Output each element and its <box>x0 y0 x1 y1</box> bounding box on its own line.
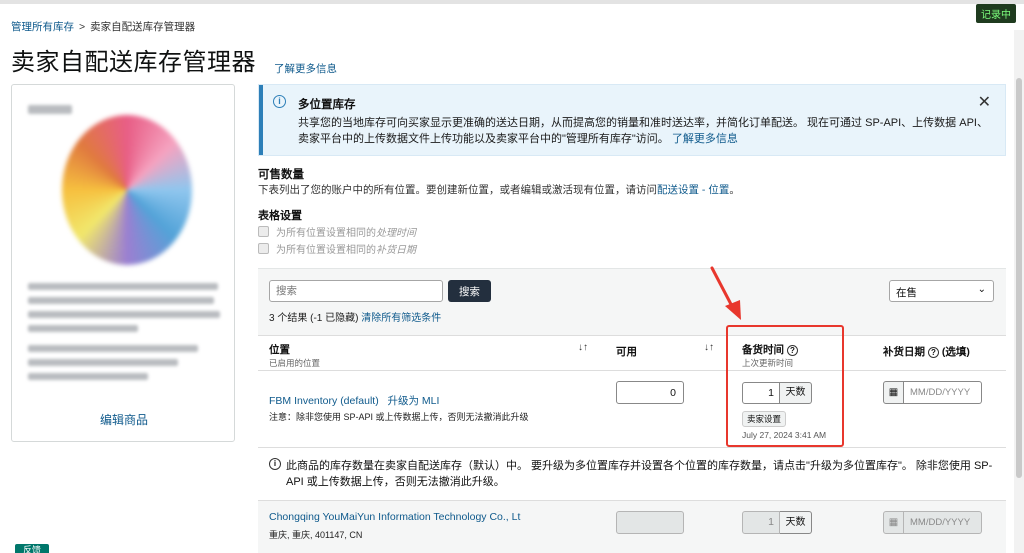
breadcrumb-root-link[interactable]: 管理所有库存 <box>11 21 74 33</box>
sellable-qty-title: 可售数量 <box>258 169 304 181</box>
upgrade-note: 注意：除非您使用 SP-API 或上传数据上传，否则无法撤消此升级 <box>269 412 529 422</box>
scrollbar-track[interactable] <box>1014 30 1024 553</box>
shipping-settings-link[interactable]: 配送设置 - 位置 <box>657 184 729 196</box>
option-label: 为所有位置设置相同的 <box>276 228 376 239</box>
sellable-desc-end: 。 <box>729 184 740 196</box>
single-location-notice: i 此商品的库存数量在卖家自配送库存（默认）中。 要升级为多位置库存并设置各个位… <box>258 447 1006 497</box>
same-restock-date-option[interactable]: 为所有位置设置相同的 补货日期 <box>258 241 416 256</box>
edit-product-link[interactable]: 编辑商品 <box>12 411 236 428</box>
location-link[interactable]: Chongqing YouMaiYun Information Technolo… <box>269 511 520 523</box>
results-count: 3 个结果 (-1 已隐藏) <box>269 313 359 324</box>
table-row: FBM Inventory (default) 升级为 MLI 注意：除非您使用… <box>258 371 1006 447</box>
product-image <box>62 115 192 265</box>
quantity-input[interactable]: 0 <box>616 381 684 404</box>
annotation-arrow-icon <box>710 266 741 320</box>
top-border <box>0 0 1024 4</box>
table-row: Chongqing YouMaiYun Information Technolo… <box>258 500 1006 553</box>
blurred-text <box>28 283 218 290</box>
info-circle-icon: i <box>269 458 281 470</box>
breadcrumb: 管理所有库存 > 卖家自配送库存管理器 <box>11 19 195 34</box>
blurred-text <box>28 345 198 352</box>
same-handling-time-checkbox[interactable] <box>258 226 269 237</box>
info-accent-bar <box>259 85 263 155</box>
learn-more-link[interactable]: 了解更多信息 <box>274 61 337 76</box>
feedback-button[interactable]: 反馈 <box>15 544 50 553</box>
restock-date-input-disabled: MM/DD/YYYY <box>904 511 982 534</box>
sort-icon[interactable]: ↓↑ <box>578 342 588 353</box>
location-link[interactable]: FBM Inventory (default) <box>269 395 379 407</box>
col-location-sub: 已启用的位置 <box>269 358 321 368</box>
calendar-icon[interactable]: ▦ <box>883 381 904 404</box>
blurred-text <box>28 311 220 318</box>
search-button[interactable]: 搜索 <box>448 280 491 302</box>
handling-time-input-disabled: 1 <box>742 511 780 534</box>
calendar-icon: ▦ <box>883 511 904 534</box>
restock-date-input[interactable]: MM/DD/YYYY <box>904 381 982 404</box>
recording-badge: 记录中 <box>976 4 1016 23</box>
breadcrumb-current: 卖家自配送库存管理器 <box>90 21 196 33</box>
sellable-desc-text: 下表列出了您的账户中的所有位置。要创建新位置，或者编辑或激活现有位置，请访问 <box>258 184 657 196</box>
results-summary: 3 个结果 (-1 已隐藏) 清除所有筛选条件 <box>269 309 441 324</box>
blurred-text <box>28 297 214 304</box>
days-unit-label: 天数 <box>780 511 812 534</box>
info-body-text: 共享您的当地库存可向买家显示更准确的送达日期，从而提高您的销量和准时送达率，并简… <box>298 117 988 145</box>
info-body: 共享您的当地库存可向买家显示更准确的送达日期，从而提高您的销量和准时送达率，并简… <box>298 115 988 147</box>
same-handling-time-option[interactable]: 为所有位置设置相同的 处理时间 <box>258 224 416 239</box>
clear-filters-link[interactable]: 清除所有筛选条件 <box>361 313 441 324</box>
breadcrumb-separator: > <box>79 21 86 33</box>
info-circle-icon: i <box>273 95 286 108</box>
page-title: 卖家自配送库存管理器 <box>11 49 256 76</box>
location-cell: Chongqing YouMaiYun Information Technolo… <box>269 511 520 523</box>
sellable-qty-desc: 下表列出了您的账户中的所有位置。要创建新位置，或者编辑或激活现有位置，请访问配送… <box>258 182 740 197</box>
blurred-text <box>28 373 148 380</box>
annotation-highlight-box <box>726 325 844 447</box>
question-circle-icon[interactable]: ? <box>928 347 939 358</box>
close-icon[interactable]: ✕ <box>978 92 991 112</box>
status-select-value: 在售 <box>896 287 917 299</box>
col-restock-label: 补货日期 <box>883 346 925 358</box>
col-restock-header: 补货日期? (选填) <box>883 344 970 359</box>
table-settings-title: 表格设置 <box>258 210 302 222</box>
option-label: 为所有位置设置相同的 <box>276 245 376 256</box>
col-location-header: 位置 <box>269 344 290 356</box>
option-label-italic: 处理时间 <box>376 228 416 239</box>
info-learn-more-link[interactable]: 了解更多信息 <box>672 133 738 145</box>
blurred-text <box>28 359 178 366</box>
quantity-input-disabled <box>616 511 684 534</box>
col-restock-optional: (选填) <box>941 346 970 358</box>
blurred-text <box>28 105 72 114</box>
col-available-header: 可用 <box>616 346 637 358</box>
option-label-italic: 补货日期 <box>376 245 416 256</box>
same-restock-date-checkbox[interactable] <box>258 243 269 254</box>
scrollbar-thumb[interactable] <box>1016 78 1022 478</box>
upgrade-mli-link[interactable]: 升级为 MLI <box>387 395 439 407</box>
sort-icon[interactable]: ↓↑ <box>704 342 714 353</box>
filter-panel: 搜索 3 个结果 (-1 已隐藏) 清除所有筛选条件 在售 ⌄ <box>258 268 1006 335</box>
multi-location-info-box: i 多位置库存 共享您的当地库存可向买家显示更准确的送达日期，从而提高您的销量和… <box>258 84 1006 156</box>
table-header: 位置 已启用的位置 ↓↑ 可用 ↓↑ 备货时间? 上次更新时间 补货日期? (选… <box>258 335 1006 371</box>
search-input[interactable] <box>269 280 443 302</box>
info-title: 多位置库存 <box>298 99 356 111</box>
location-cell: FBM Inventory (default) 升级为 MLI <box>269 393 439 408</box>
chevron-down-icon: ⌄ <box>977 284 986 295</box>
status-select[interactable]: 在售 ⌄ <box>889 280 994 302</box>
location-address: 重庆, 重庆, 401147, CN <box>269 530 363 540</box>
notice-text: 此商品的库存数量在卖家自配送库存（默认）中。 要升级为多位置库存并设置各个位置的… <box>286 460 993 488</box>
product-card: 编辑商品 <box>11 84 235 442</box>
blurred-text <box>28 325 138 332</box>
